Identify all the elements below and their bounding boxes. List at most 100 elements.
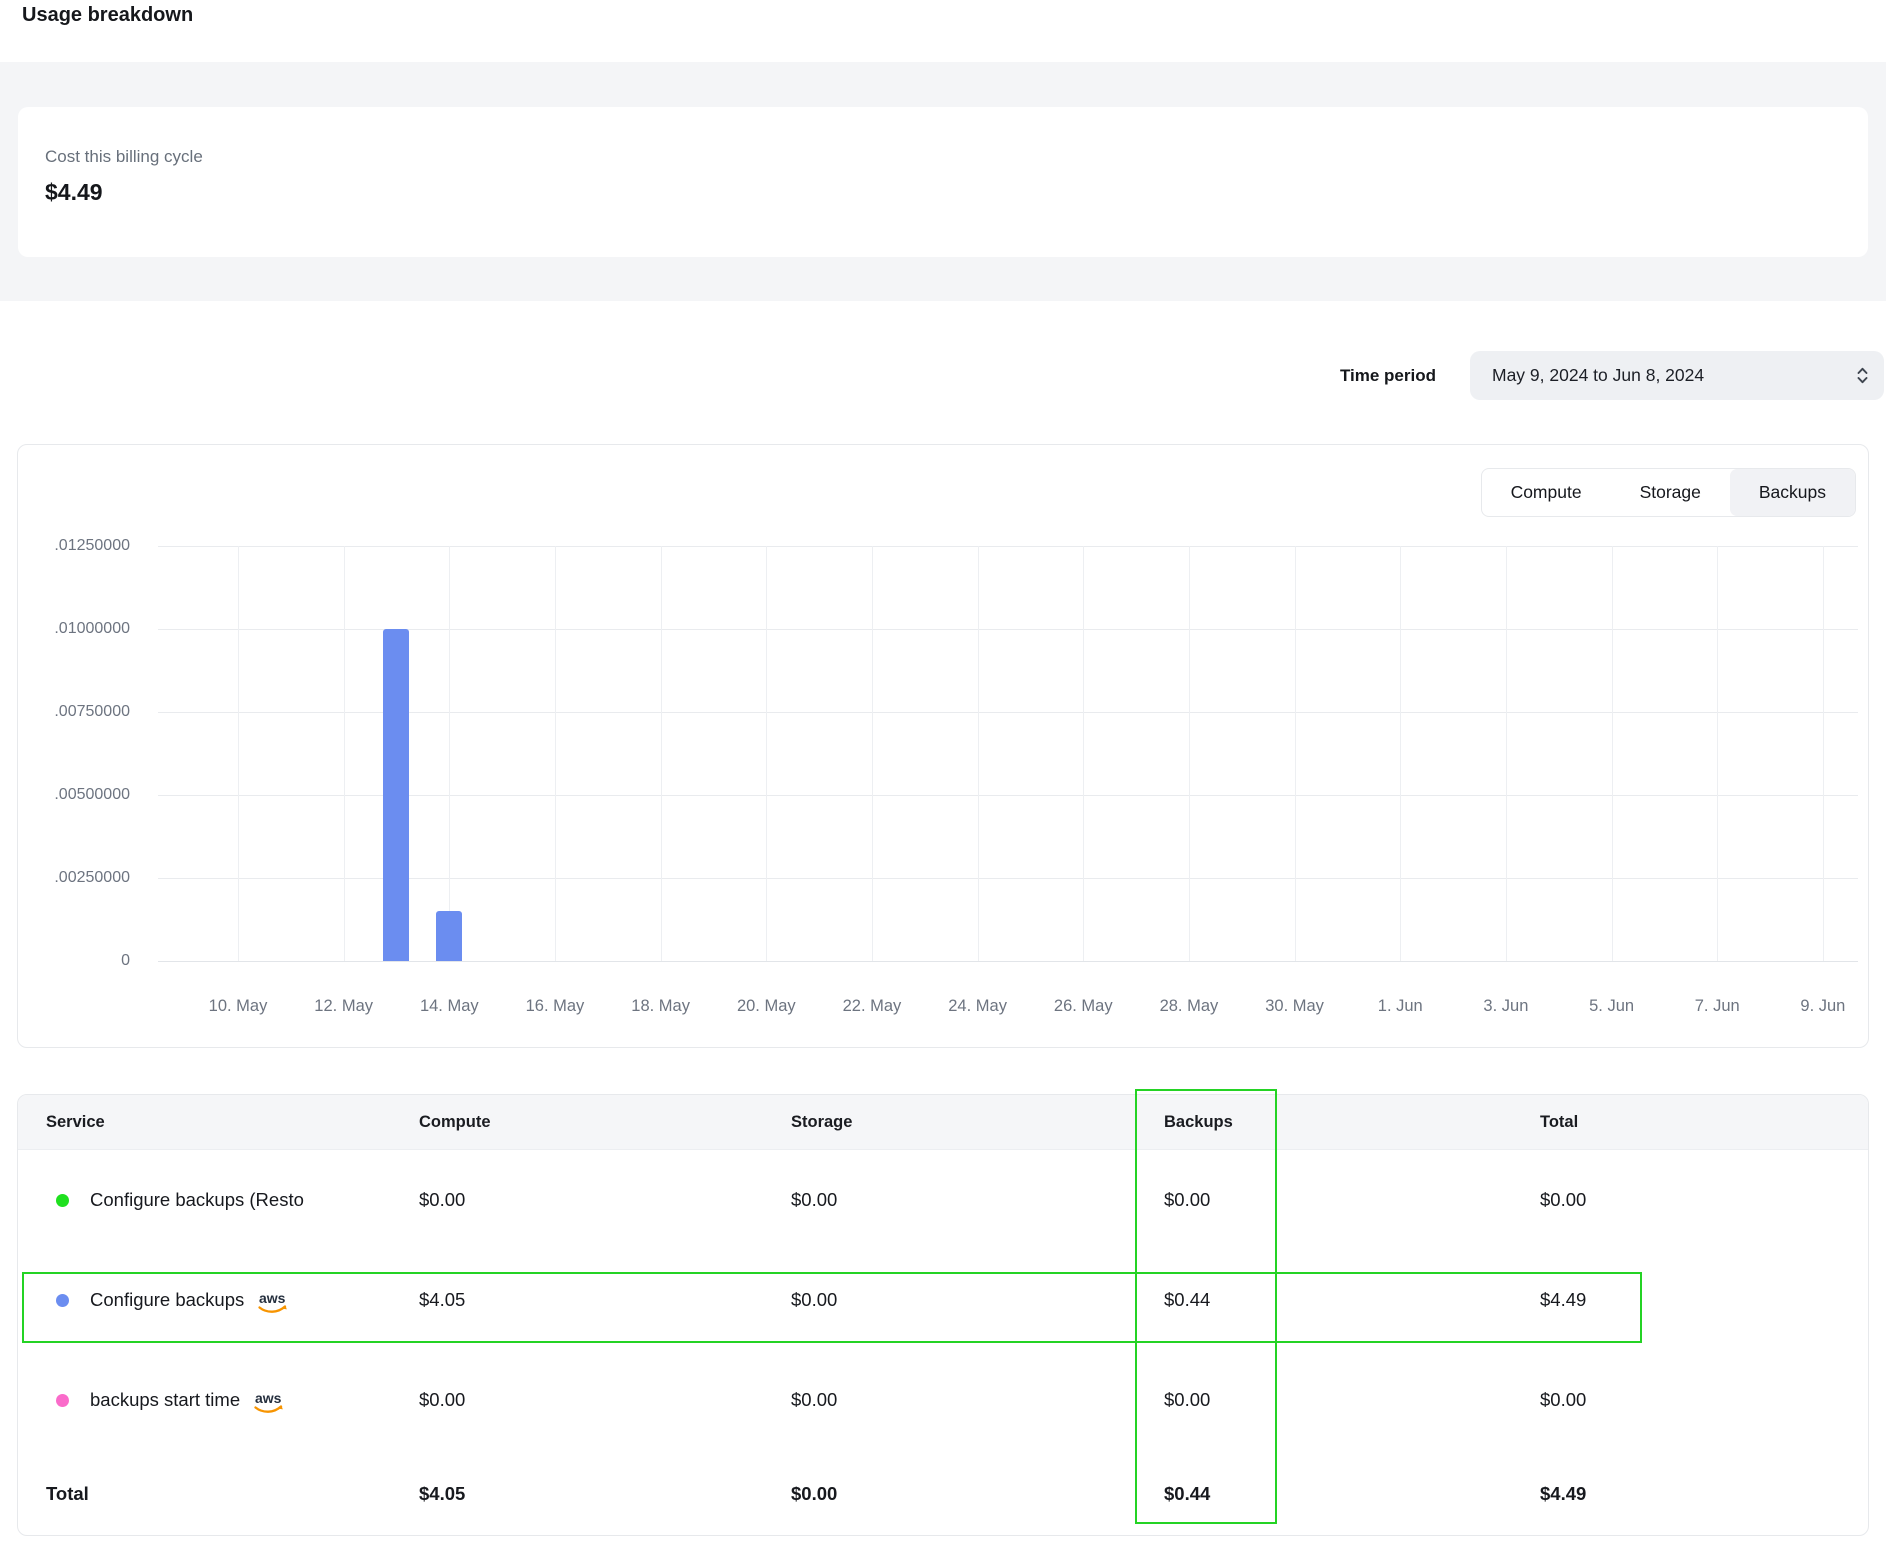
time-period-control: Time period May 9, 2024 to Jun 8, 2024 [1340,351,1884,400]
x-axis-tick: 30. May [1235,997,1355,1016]
x-axis-tick: 26. May [1023,997,1143,1016]
usage-bar[interactable] [383,629,409,961]
time-period-label: Time period [1340,366,1436,386]
billing-cycle-label: Cost this billing cycle [45,147,203,167]
total-total: $4.49 [1540,1450,1586,1536]
grid-line-vertical [449,546,450,961]
aws-icon: aws [251,1390,287,1417]
column-header-total: Total [1540,1095,1578,1149]
table-row: Configure backups (Resto $0.00 $0.00 $0.00 $… [18,1150,1868,1250]
time-period-select[interactable]: May 9, 2024 to Jun 8, 2024 [1470,351,1884,400]
aws-icon: aws [255,1290,291,1317]
cell-total: $0.00 [1540,1150,1586,1250]
grid-line-vertical [872,546,873,961]
total-row-label: Total [46,1450,89,1536]
y-axis-tick: 0 [18,951,130,971]
grid-line-horizontal [158,629,1858,630]
billing-cycle-amount: $4.49 [45,179,103,206]
usage-type-tabs: ComputeStorageBackups [1481,468,1856,517]
x-axis-tick: 16. May [495,997,615,1016]
cell-backups: $0.44 [1164,1250,1210,1350]
grid-line-vertical [238,546,239,961]
column-header-backups: Backups [1164,1095,1233,1149]
cell-compute: $0.00 [419,1150,465,1250]
column-header-compute: Compute [419,1095,491,1149]
svg-text:aws: aws [255,1390,282,1406]
y-axis-tick: .00500000 [18,785,130,805]
usage-breakdown-page: Usage breakdown Cost this billing cycle … [0,0,1886,1548]
table-body: Configure backups (Resto$0.00$0.00$0.00$… [18,1150,1868,1450]
service-name: Configure backups (Resto [90,1189,304,1211]
service-name: backups start time [90,1389,240,1411]
table-header-row: Service Compute Storage Backups Total [18,1095,1868,1150]
y-axis-tick: .01000000 [18,619,130,639]
column-header-storage: Storage [791,1095,852,1149]
service-cell: backups start time aws [56,1350,287,1450]
y-axis-tick: .00250000 [18,868,130,888]
usage-chart-card: ComputeStorageBackups .01250000 .01000000… [17,444,1869,1048]
summary-band: Cost this billing cycle $4.49 [0,62,1886,301]
svg-text:aws: aws [259,1290,286,1306]
y-axis-tick: .01250000 [18,536,130,556]
grid-line-horizontal [158,878,1858,879]
grid-line-horizontal [158,961,1858,962]
cell-storage: $0.00 [791,1150,837,1250]
chevron-updown-icon [1854,365,1871,386]
service-cell: Configure backups (Resto [56,1150,304,1250]
grid-line-vertical [1612,546,1613,961]
x-axis-tick: 28. May [1129,997,1249,1016]
x-axis-tick: 7. Jun [1657,997,1777,1016]
tab-backups[interactable]: Backups [1730,469,1855,516]
service-cell: Configure backupsaws [56,1250,291,1350]
table-total-row: Total $4.05 $0.00 $0.44 $4.49 [18,1450,1868,1536]
grid-line-vertical [766,546,767,961]
time-period-value: May 9, 2024 to Jun 8, 2024 [1492,365,1704,385]
total-compute: $4.05 [419,1450,465,1536]
grid-line-vertical [1189,546,1190,961]
usage-bar[interactable] [436,911,462,961]
x-axis-tick: 3. Jun [1446,997,1566,1016]
x-axis-tick: 22. May [812,997,932,1016]
y-axis-tick: .00750000 [18,702,130,722]
x-axis-tick: 1. Jun [1340,997,1460,1016]
grid-line-horizontal [158,546,1858,547]
page-title: Usage breakdown [22,4,193,27]
tab-storage[interactable]: Storage [1611,469,1730,516]
cell-compute: $0.00 [419,1350,465,1450]
grid-line-vertical [1400,546,1401,961]
grid-line-vertical [555,546,556,961]
cell-backups: $0.00 [1164,1350,1210,1450]
usage-table-card: Service Compute Storage Backups Total Config… [17,1094,1869,1536]
service-color-dot [56,1194,69,1207]
grid-line-horizontal [158,712,1858,713]
plot-area [158,546,1858,961]
x-axis-tick: 10. May [178,997,298,1016]
x-axis-tick: 9. Jun [1763,997,1883,1016]
total-backups: $0.44 [1164,1450,1210,1536]
cell-total: $0.00 [1540,1350,1586,1450]
cell-backups: $0.00 [1164,1150,1210,1250]
grid-line-vertical [344,546,345,961]
x-axis-tick: 14. May [389,997,509,1016]
grid-line-vertical [1083,546,1084,961]
cell-compute: $4.05 [419,1250,465,1350]
grid-line-vertical [1717,546,1718,961]
grid-line-vertical [1823,546,1824,961]
grid-line-vertical [661,546,662,961]
x-axis-tick: 20. May [706,997,826,1016]
grid-line-vertical [978,546,979,961]
billing-cycle-card: Cost this billing cycle $4.49 [18,107,1868,257]
service-color-dot [56,1394,69,1407]
grid-line-horizontal [158,795,1858,796]
service-color-dot [56,1294,69,1307]
table-row: backups start time aws $0.00 $0.00 $0.00 $0.0… [18,1350,1868,1450]
grid-line-vertical [1295,546,1296,961]
x-axis-tick: 12. May [284,997,404,1016]
column-header-service: Service [46,1095,105,1149]
x-axis-tick: 18. May [601,997,721,1016]
x-axis-tick: 24. May [918,997,1038,1016]
x-axis-tick: 5. Jun [1552,997,1672,1016]
total-storage: $0.00 [791,1450,837,1536]
cell-storage: $0.00 [791,1350,837,1450]
tab-compute[interactable]: Compute [1482,469,1611,516]
